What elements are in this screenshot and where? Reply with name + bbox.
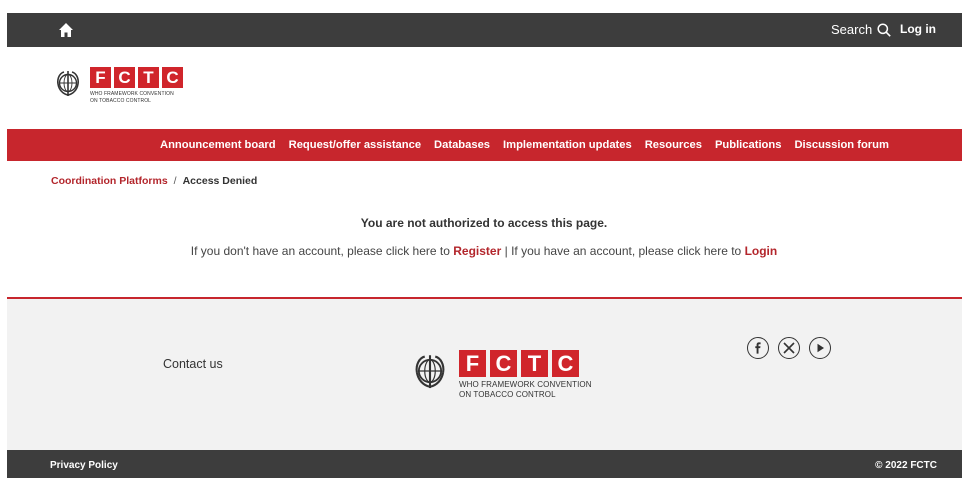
- logo-letter: F: [459, 350, 486, 377]
- social-links: [747, 337, 831, 359]
- nav-item-announcement-board[interactable]: Announcement board: [160, 139, 276, 151]
- who-emblem-icon: [52, 67, 84, 99]
- main-nav: Announcement board Request/offer assista…: [7, 129, 962, 161]
- site-logo[interactable]: F C T C WHO FRAMEWORK CONVENTION ON TOBA…: [52, 67, 183, 105]
- search-button[interactable]: Search: [831, 22, 891, 37]
- logo-tagline: WHO FRAMEWORK CONVENTION ON TOBACCO CONT…: [90, 91, 174, 104]
- who-emblem-icon: [409, 350, 451, 392]
- contact-us-link[interactable]: Contact us: [163, 357, 223, 371]
- bottom-bar: Privacy Policy © 2022 FCTC: [7, 450, 962, 478]
- search-icon: [877, 22, 891, 37]
- copyright-text: © 2022 FCTC: [875, 460, 937, 471]
- access-message: If you don't have an account, please cli…: [0, 244, 968, 258]
- logo-letter: F: [90, 67, 111, 88]
- page-title: You are not authorized to access this pa…: [360, 216, 608, 230]
- youtube-icon[interactable]: [809, 337, 831, 359]
- nav-item-databases[interactable]: Databases: [434, 139, 490, 151]
- logo-tagline: WHO FRAMEWORK CONVENTION ON TOBACCO CONT…: [459, 380, 592, 399]
- register-link[interactable]: Register: [453, 244, 501, 258]
- breadcrumb-coordination-platforms[interactable]: Coordination Platforms: [51, 175, 168, 187]
- nav-item-implementation-updates[interactable]: Implementation updates: [503, 139, 632, 151]
- breadcrumb-separator: /: [173, 175, 177, 187]
- login-link[interactable]: Log in: [900, 22, 936, 36]
- fctc-letters: F C T C: [459, 350, 592, 377]
- logo-letter: T: [138, 67, 159, 88]
- nav-item-discussion-forum[interactable]: Discussion forum: [794, 139, 889, 151]
- top-bar: Search Log in: [7, 13, 962, 47]
- home-icon[interactable]: [58, 22, 74, 38]
- nav-item-request-offer-assistance[interactable]: Request/offer assistance: [289, 139, 421, 151]
- nav-item-publications[interactable]: Publications: [715, 139, 782, 151]
- message-text: | If you have an account, please click h…: [504, 244, 742, 258]
- logo-letter: C: [114, 67, 135, 88]
- facebook-icon[interactable]: [747, 337, 769, 359]
- breadcrumb-current: Access Denied: [182, 175, 258, 187]
- privacy-policy-link[interactable]: Privacy Policy: [50, 460, 118, 471]
- nav-item-resources[interactable]: Resources: [645, 139, 702, 151]
- logo-letter: C: [162, 67, 183, 88]
- breadcrumb: Coordination Platforms / Access Denied: [51, 175, 257, 187]
- search-label: Search: [831, 22, 873, 37]
- logo-letter: T: [521, 350, 548, 377]
- logo-letter: C: [552, 350, 579, 377]
- message-text: If you don't have an account, please cli…: [190, 244, 450, 258]
- footer: Contact us F C T C WHO FRAMEWORK CONVENT…: [7, 297, 962, 450]
- login-page-link[interactable]: Login: [745, 244, 778, 258]
- x-icon[interactable]: [778, 337, 800, 359]
- logo-letter: C: [490, 350, 517, 377]
- fctc-letters: F C T C: [90, 67, 183, 88]
- footer-logo[interactable]: F C T C WHO FRAMEWORK CONVENTION ON TOBA…: [409, 350, 592, 400]
